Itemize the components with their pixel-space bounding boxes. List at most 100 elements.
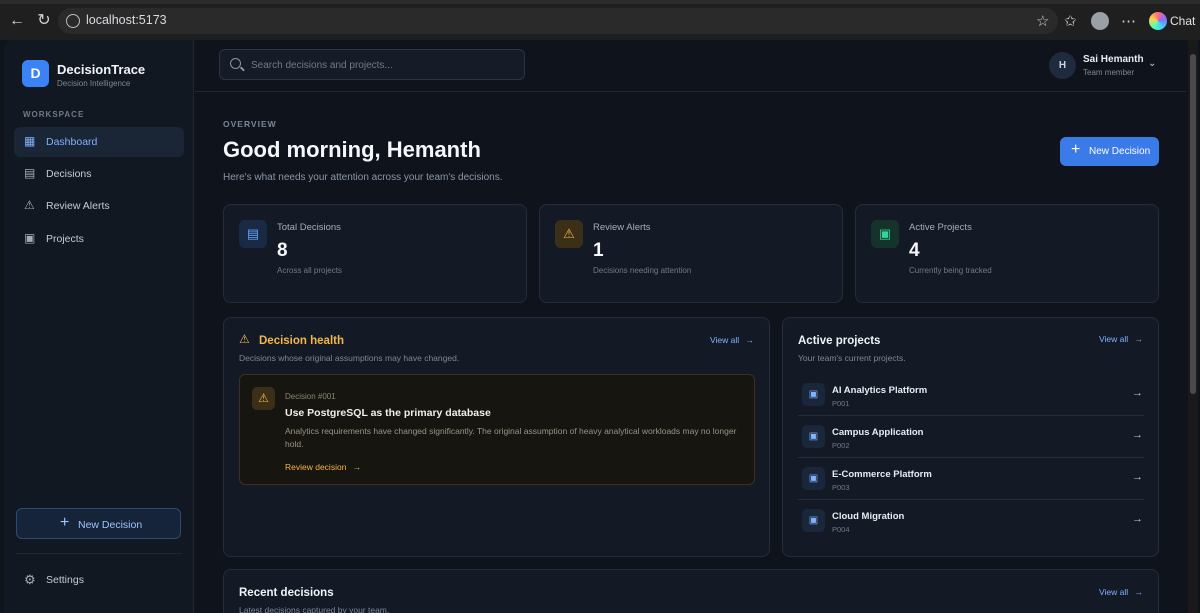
button-label: New Decision [1089, 146, 1151, 157]
folder-icon: ▣ [802, 509, 825, 532]
star-icon[interactable]: ☆ [1036, 12, 1049, 30]
avatar[interactable]: H [1049, 52, 1076, 79]
address-bar[interactable]: localhost:5173 [58, 8, 1058, 34]
decision-number: Decision #001 [285, 392, 336, 401]
link-label: View all [1099, 587, 1129, 597]
project-name: AI Analytics Platform [832, 385, 928, 396]
search-input[interactable]: Search decisions and projects... [219, 49, 525, 80]
search-icon [230, 58, 241, 69]
list-item[interactable]: ▣ Campus Application P002 → [798, 416, 1144, 458]
stat-card-total-decisions[interactable]: ▤ Total Decisions 8 Across all projects [223, 204, 527, 303]
folder-icon: ▣ [24, 231, 36, 245]
profile-avatar[interactable] [1091, 12, 1109, 30]
stat-card-active-projects[interactable]: ▣ Active Projects 4 Currently being trac… [855, 204, 1159, 303]
sidebar-new-decision-button[interactable]: + New Decision [16, 508, 181, 539]
topbar: Search decisions and projects... H Sai H… [195, 40, 1186, 92]
arrow-right-icon: → [1134, 587, 1144, 597]
panel-subtitle: Latest decisions captured by your team. [239, 605, 390, 613]
stat-label: Review Alerts [593, 222, 651, 233]
warning-icon: ⚠ [24, 198, 35, 212]
decision-title: Use PostgreSQL as the primary database [285, 407, 491, 419]
decision-health-panel: ⚠ Decision health Decisions whose origin… [223, 317, 770, 557]
link-label: Review decision [285, 462, 347, 472]
arrow-right-icon: → [1132, 387, 1143, 399]
view-all-link[interactable]: View all → [1099, 334, 1143, 344]
list-item[interactable]: ▣ AI Analytics Platform P001 → [798, 374, 1144, 416]
scrollbar[interactable] [1188, 40, 1198, 613]
stat-card-review-alerts[interactable]: ⚠ Review Alerts 1 Decisions needing atte… [539, 204, 843, 303]
plus-icon: + [1071, 141, 1081, 158]
page-subtitle: Here's what needs your attention across … [223, 172, 503, 183]
arrow-right-icon: → [1132, 513, 1143, 525]
brand-logo: D [22, 60, 49, 87]
recent-decisions-panel: Recent decisions Latest decisions captur… [223, 569, 1159, 613]
arrow-right-icon: → [1132, 429, 1143, 441]
sidebar: D DecisionTrace Decision Intelligence WO… [4, 40, 194, 613]
warning-icon: ⚠ [252, 387, 275, 410]
panel-subtitle: Your team's current projects. [798, 353, 906, 363]
stat-label: Active Projects [909, 222, 972, 233]
stat-value: 4 [909, 240, 920, 261]
sidebar-item-review-alerts[interactable]: ⚠ Review Alerts [14, 191, 184, 221]
sidebar-item-decisions[interactable]: ▤ Decisions [14, 159, 184, 189]
search-placeholder: Search decisions and projects... [251, 60, 393, 71]
project-name: Campus Application [832, 427, 924, 438]
brand-name: DecisionTrace [57, 62, 146, 77]
alert-card[interactable]: ⚠ Decision #001 Use PostgreSQL as the pr… [239, 374, 755, 485]
gear-icon: ⚙ [24, 572, 36, 587]
stat-note: Decisions needing attention [593, 266, 692, 275]
url-text: localhost:5173 [86, 13, 167, 27]
view-all-link[interactable]: View all → [710, 335, 754, 345]
app-window: D DecisionTrace Decision Intelligence WO… [4, 40, 1186, 613]
project-name: E-Commerce Platform [832, 469, 932, 480]
more-icon[interactable]: ⋯ [1121, 12, 1136, 30]
project-code: P002 [832, 441, 850, 450]
scrollbar-thumb[interactable] [1190, 54, 1196, 394]
link-label: View all [1099, 334, 1129, 344]
link-label: View all [710, 335, 740, 345]
sidebar-item-label: Settings [46, 574, 84, 586]
stat-value: 1 [593, 240, 604, 261]
panel-title: Active projects [798, 335, 881, 347]
project-code: P004 [832, 525, 850, 534]
chat-label[interactable]: Chat [1170, 14, 1195, 28]
project-name: Cloud Migration [832, 511, 905, 522]
sidebar-item-settings[interactable]: ⚙ Settings [14, 566, 184, 592]
plus-icon: + [60, 514, 70, 531]
new-decision-button[interactable]: + New Decision [1060, 137, 1159, 166]
panel-title: Decision health [259, 335, 344, 347]
user-role: Team member [1083, 68, 1135, 77]
browser-chrome: ← ↻ localhost:5173 ☆ ✩ ⋯ Chat [0, 0, 1200, 40]
site-info-icon[interactable] [66, 14, 80, 28]
active-projects-panel: Active projects Your team's current proj… [782, 317, 1159, 557]
button-label: New Decision [78, 519, 143, 531]
sidebar-item-projects[interactable]: ▣ Projects [14, 224, 184, 254]
stat-label: Total Decisions [277, 222, 341, 233]
sidebar-item-label: Decisions [46, 168, 92, 180]
review-decision-link[interactable]: Review decision → [285, 462, 361, 472]
alert-description: Analytics requirements have changed sign… [285, 426, 737, 449]
favorites-icon[interactable]: ✩ [1064, 12, 1077, 30]
document-icon: ▤ [24, 166, 36, 180]
sidebar-item-dashboard[interactable]: ▦ Dashboard [14, 127, 184, 157]
copilot-icon[interactable] [1149, 12, 1167, 30]
warning-icon: ⚠ [239, 332, 250, 346]
list-item[interactable]: ▣ E-Commerce Platform P003 → [798, 458, 1144, 500]
stat-note: Across all projects [277, 266, 342, 275]
back-icon[interactable]: ← [8, 12, 26, 30]
brand-tagline: Decision Intelligence [57, 79, 131, 88]
view-all-link[interactable]: View all → [1099, 587, 1143, 597]
grid-icon: ▦ [24, 134, 36, 148]
arrow-right-icon: → [1132, 471, 1143, 483]
list-item[interactable]: ▣ Cloud Migration P004 → [798, 500, 1144, 542]
project-code: P001 [832, 399, 850, 408]
overline: OVERVIEW [223, 119, 277, 129]
stat-value: 8 [277, 240, 288, 261]
panel-subtitle: Decisions whose original assumptions may… [239, 353, 460, 363]
reload-icon[interactable]: ↻ [35, 12, 53, 30]
project-code: P003 [832, 483, 850, 492]
section-label: WORKSPACE [23, 110, 85, 119]
sidebar-item-label: Review Alerts [46, 200, 110, 212]
chevron-down-icon[interactable]: ⌄ [1148, 58, 1156, 69]
user-name[interactable]: Sai Hemanth [1083, 54, 1144, 65]
